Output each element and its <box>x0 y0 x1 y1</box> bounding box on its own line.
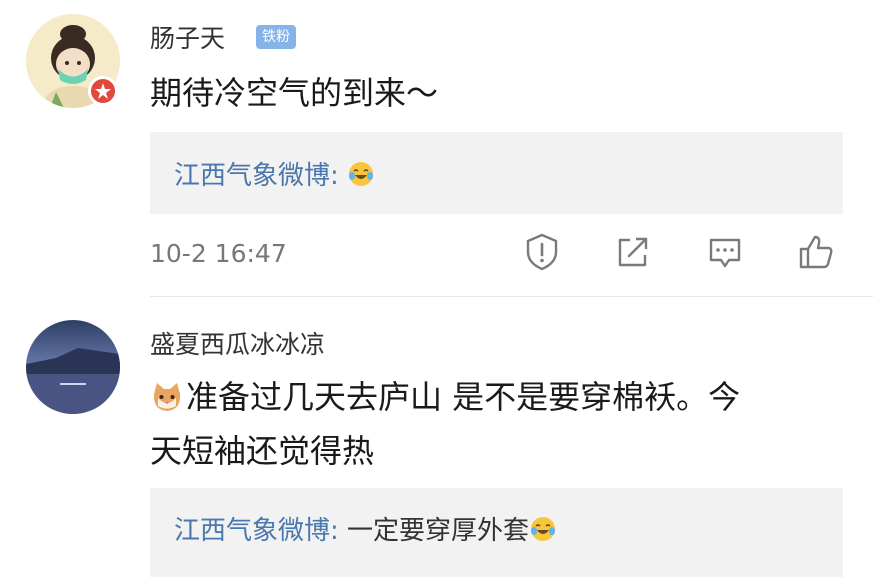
reply-line: 江西气象微博: <box>174 160 375 193</box>
share-icon[interactable] <box>614 232 652 272</box>
username[interactable]: 肠子天 <box>150 26 225 51</box>
comment-text: 期待冷空气的到来～ <box>150 74 439 112</box>
comment-item: 盛夏西瓜冰冰凉 准备过几天去庐山 是不是要穿棉袄。今 天短袖还觉得热 江西气象微… <box>0 297 873 577</box>
laugh-cry-emoji-icon <box>347 160 375 193</box>
comment-timestamp: 10-2 16:47 <box>150 239 287 268</box>
comment-item: 肠子天 铁粉 期待冷空气的到来～ 江西气象微博: 10-2 16:47 <box>0 0 873 296</box>
comment-list: { "comments": [ { "username": "肠子天", "ba… <box>0 0 873 577</box>
reply-line: 江西气象微博: 一定要穿厚外套 <box>174 515 557 548</box>
username[interactable]: 盛夏西瓜冰冰凉 <box>150 332 325 357</box>
cat-emoji-icon <box>150 380 184 418</box>
like-icon[interactable] <box>797 232 835 272</box>
user-avatar[interactable] <box>26 320 120 414</box>
comment-text-line: 天短袖还觉得热 <box>150 432 375 470</box>
verified-badge-icon <box>88 76 118 106</box>
reply-content: 一定要穿厚外套 <box>338 516 530 546</box>
laugh-cry-emoji-icon <box>529 515 557 548</box>
reply-author-link[interactable]: 江西气象微博: <box>174 516 339 546</box>
reply-box[interactable]: 江西气象微博: <box>150 132 843 214</box>
reply-author-link[interactable]: 江西气象微博: <box>174 161 339 191</box>
fan-badge[interactable]: 铁粉 <box>256 25 296 49</box>
comment-icon[interactable] <box>706 232 744 272</box>
comment-text-line: 准备过几天去庐山 是不是要穿棉袄。今 <box>186 378 741 416</box>
reply-box[interactable]: 江西气象微博: 一定要穿厚外套 <box>150 488 843 577</box>
report-icon[interactable] <box>523 232 561 272</box>
avatar-landscape-icon <box>26 320 120 414</box>
